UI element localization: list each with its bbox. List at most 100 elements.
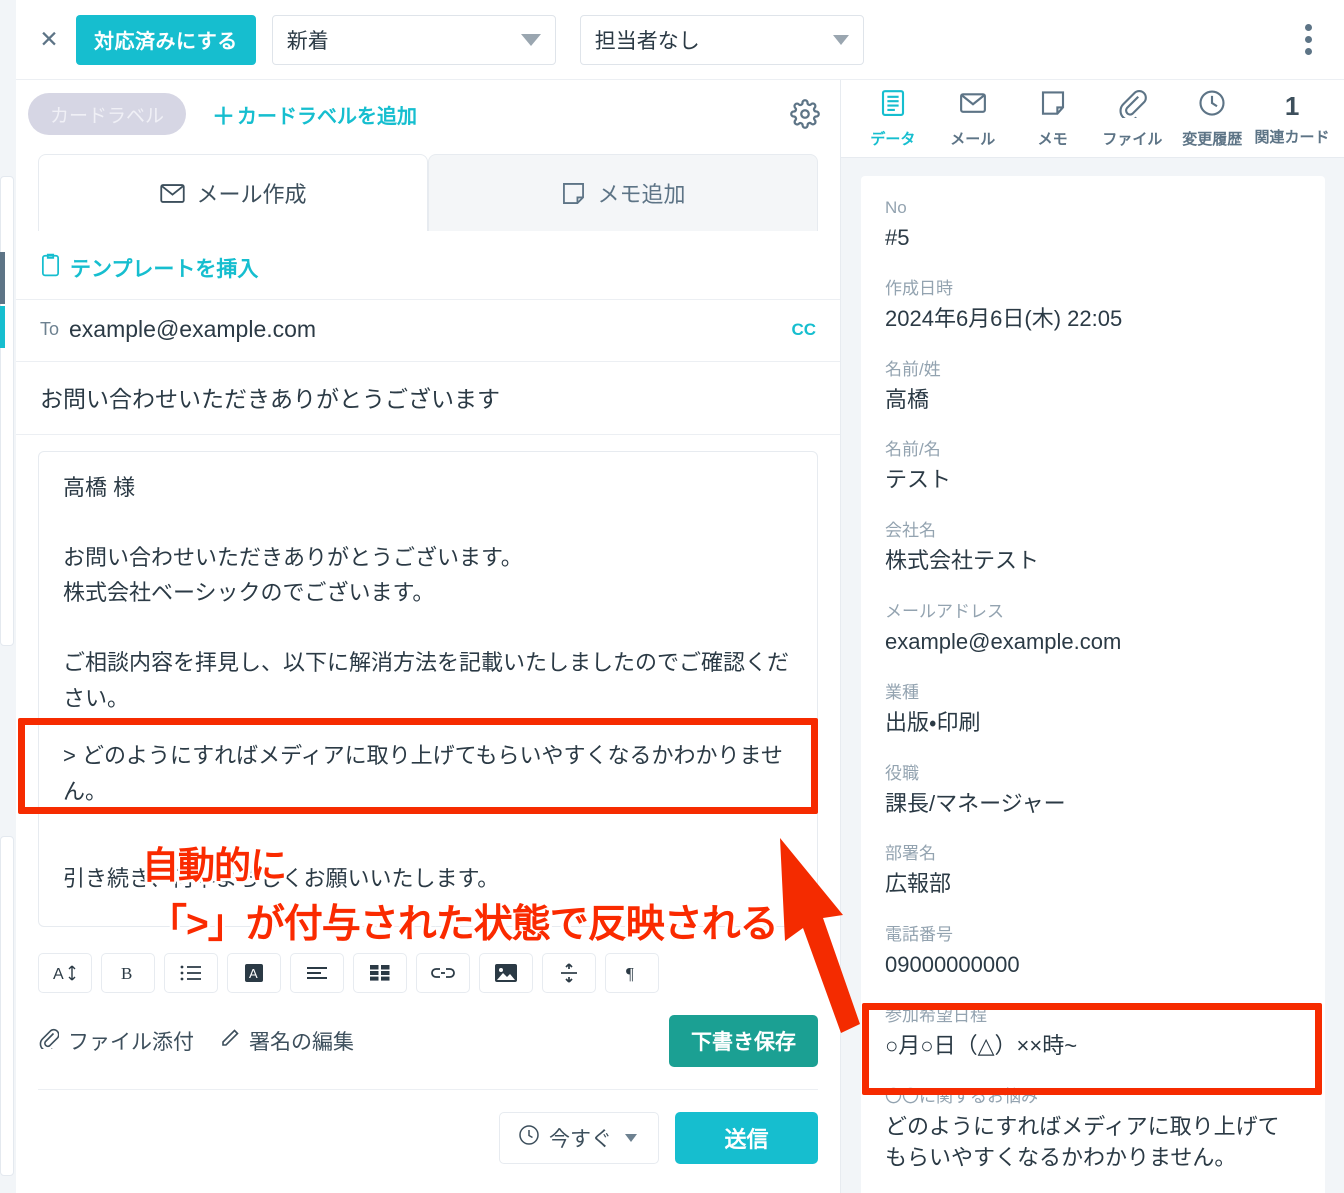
data-field: 役職 課長/マネージャー: [885, 759, 1301, 820]
data-field: No #5: [885, 198, 1301, 254]
close-icon[interactable]: ✕: [32, 23, 66, 57]
mark-resolved-button[interactable]: 対応済みにする: [76, 15, 256, 65]
data-field: 名前/名 テスト: [885, 435, 1301, 496]
field-label: 名前/姓: [885, 355, 1301, 380]
related-cards-count: 1: [1285, 91, 1299, 121]
insert-template-button[interactable]: テンプレートを挿入: [40, 253, 258, 283]
field-value: 広報部: [885, 869, 1301, 900]
text-color-icon[interactable]: A: [227, 953, 281, 993]
font-size-icon[interactable]: A: [38, 953, 92, 993]
field-label: 作成日時: [885, 274, 1301, 299]
field-value: 株式会社テスト: [885, 546, 1301, 577]
app-root: ✕ 対応済みにする 新着 担当者なし カードラベル ＋ カードラベルを追加: [0, 0, 1344, 1193]
data-field: 会社名 株式会社テスト: [885, 516, 1301, 577]
tab-history[interactable]: 変更履歴: [1172, 88, 1252, 149]
field-label: 電話番号: [885, 920, 1301, 945]
field-value: 高橋: [885, 385, 1301, 416]
add-card-label-button[interactable]: ＋ カードラベルを追加: [212, 97, 417, 131]
bold-icon[interactable]: B: [101, 953, 155, 993]
send-button[interactable]: 送信: [675, 1112, 818, 1164]
tab-related-cards[interactable]: 1 関連カード: [1252, 91, 1332, 147]
body-line-3: ご相談内容を拝見し、以下に解消方法を記載いたしましたのでご確認ください。: [63, 645, 793, 716]
send-schedule-value: 今すぐ: [549, 1123, 612, 1153]
paperclip-icon: [1117, 88, 1147, 123]
body-spacer: [63, 611, 793, 645]
card-label-row: カードラベル ＋ カードラベルを追加: [16, 80, 840, 148]
to-row: To example@example.com CC: [16, 300, 840, 362]
field-value: example@example.com: [885, 627, 1301, 658]
chevron-down-icon: [833, 35, 849, 45]
field-value: ○月○日（△）××時~: [885, 1031, 1301, 1062]
field-label: メールアドレス: [885, 597, 1301, 622]
field-label: 業種: [885, 678, 1301, 703]
add-card-label-text: カードラベルを追加: [237, 100, 417, 129]
more-vertical-icon[interactable]: [1288, 18, 1328, 62]
body-line-1: お問い合わせいただきありがとうございます。: [63, 540, 793, 576]
field-label: 役職: [885, 759, 1301, 784]
body-quoted-text: > どのようにすればメディアに取り上げてもらいやすくなるかわかりません。: [63, 738, 793, 809]
insert-template-label: テンプレートを挿入: [70, 253, 258, 283]
tab-data[interactable]: データ: [853, 88, 933, 149]
svg-text:A: A: [249, 966, 258, 981]
card-label-chip[interactable]: カードラベル: [28, 93, 186, 135]
chevron-down-icon: [625, 1134, 637, 1142]
envelope-icon: [159, 180, 186, 207]
data-field: 名前/姓 高橋: [885, 355, 1301, 416]
annotation-text-2: 「>」が付与された状態で反映される: [148, 893, 778, 949]
paragraph-icon[interactable]: ¶: [605, 953, 659, 993]
table-icon[interactable]: [353, 953, 407, 993]
tab-file-label: ファイル: [1102, 128, 1162, 149]
clock-icon: [518, 1124, 540, 1152]
annotation-text-1: 自動的に: [142, 835, 286, 889]
data-field: 業種 出版・印刷: [885, 678, 1301, 739]
to-label: To: [40, 319, 59, 340]
data-field-inquiry: 〇〇に関するお悩み どのようにすればメディアに取り上げてもらいやすくなるかわかり…: [885, 1082, 1301, 1174]
cc-toggle-button[interactable]: CC: [791, 320, 816, 340]
template-row: テンプレートを挿入: [16, 231, 840, 300]
field-value: 2024年6月6日(木) 22:05: [885, 304, 1301, 335]
tab-memo-add[interactable]: メモ追加: [428, 154, 818, 231]
field-value: どのようにすればメディアに取り上げてもらいやすくなるかわかりません。: [885, 1112, 1285, 1174]
attach-file-button[interactable]: ファイル添付: [38, 1026, 194, 1056]
save-draft-button[interactable]: 下書き保存: [669, 1015, 818, 1067]
edit-signature-button[interactable]: 署名の編集: [220, 1026, 354, 1056]
field-value: 出版・印刷: [885, 708, 1301, 739]
tab-mail-label: メール: [950, 128, 995, 149]
assignee-select[interactable]: 担当者なし: [580, 15, 864, 65]
data-field: 電話番号 09000000000: [885, 920, 1301, 981]
field-value: 09000000000: [885, 950, 1301, 981]
clock-icon: [1197, 88, 1227, 123]
send-schedule-select[interactable]: 今すぐ: [499, 1112, 659, 1164]
clipboard-icon: [40, 253, 61, 283]
tab-memo-add-label: メモ追加: [597, 177, 685, 209]
data-field-list: No #5 作成日時 2024年6月6日(木) 22:05 名前/姓 高橋 名前…: [861, 176, 1325, 1193]
detail-tab-bar: データ メール メモ: [841, 80, 1344, 158]
svg-text:A: A: [53, 966, 64, 983]
tab-mail-compose[interactable]: メール作成: [38, 154, 428, 231]
link-icon[interactable]: [416, 953, 470, 993]
gear-icon[interactable]: [790, 99, 820, 129]
tab-history-label: 変更履歴: [1182, 128, 1242, 149]
svg-text:¶: ¶: [626, 964, 634, 983]
horizontal-rule-icon[interactable]: [542, 953, 596, 993]
subject-input[interactable]: お問い合わせいただきありがとうございます: [16, 362, 840, 435]
field-label: 名前/名: [885, 435, 1301, 460]
status-select-value: 新着: [287, 25, 329, 55]
field-value: #5: [885, 223, 1301, 254]
bullet-list-icon[interactable]: [164, 953, 218, 993]
pencil-icon: [220, 1028, 240, 1054]
to-input[interactable]: example@example.com: [69, 316, 791, 343]
tab-file[interactable]: ファイル: [1092, 88, 1172, 149]
tab-data-label: データ: [870, 128, 915, 149]
tab-memo[interactable]: メモ: [1013, 88, 1093, 149]
align-icon[interactable]: [290, 953, 344, 993]
image-icon[interactable]: [479, 953, 533, 993]
chevron-down-icon: [521, 34, 541, 46]
status-select[interactable]: 新着: [272, 15, 556, 65]
data-field: 部署名 広報部: [885, 839, 1301, 900]
envelope-icon: [958, 88, 988, 123]
tab-mail[interactable]: メール: [933, 88, 1013, 149]
detail-panel: データ メール メモ: [840, 80, 1344, 1193]
modal-header: ✕ 対応済みにする 新着 担当者なし: [16, 0, 1344, 80]
field-label: 会社名: [885, 516, 1301, 541]
